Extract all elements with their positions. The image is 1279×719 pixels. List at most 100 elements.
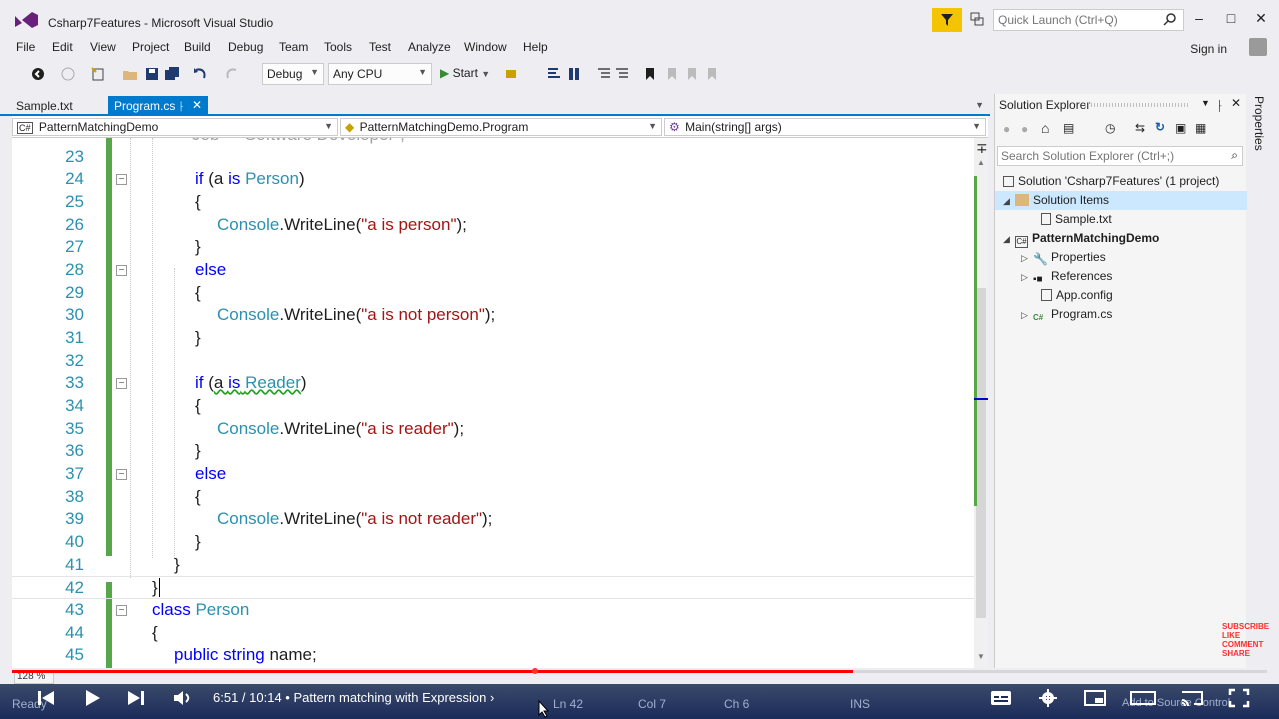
undo-icon[interactable]	[192, 66, 208, 82]
switch-views-icon[interactable]: ▤	[1063, 121, 1074, 135]
split-window-icon[interactable]: ∓	[976, 140, 988, 157]
collapse-toggle-icon[interactable]: −	[116, 378, 127, 389]
menu-view[interactable]: View	[90, 40, 116, 54]
pin-icon[interactable]: ⸠	[1217, 96, 1224, 113]
miniplayer-icon[interactable]	[1084, 688, 1106, 708]
clear-bookmarks-icon[interactable]	[704, 66, 720, 82]
prev-bookmark-icon[interactable]	[664, 66, 680, 82]
menu-test[interactable]: Test	[369, 40, 391, 54]
settings-gear-icon[interactable]	[1038, 688, 1058, 708]
refresh-icon[interactable]: ↻	[1155, 120, 1165, 134]
save-icon[interactable]	[144, 66, 160, 82]
solution-search-input[interactable]	[998, 147, 1208, 165]
collapse-toggle-icon[interactable]: −	[116, 265, 127, 276]
tree-item-program-cs[interactable]: ▷ C# Program.cs	[1021, 305, 1112, 324]
menu-analyze[interactable]: Analyze	[408, 40, 451, 54]
browser-link-icon[interactable]	[504, 66, 520, 82]
uncomment-icon[interactable]	[614, 66, 630, 82]
editor-vertical-scrollbar[interactable]: ∓ ▲ ▼	[974, 138, 988, 668]
subtitles-icon[interactable]	[990, 688, 1012, 708]
menu-team[interactable]: Team	[279, 40, 308, 54]
tree-item-solution[interactable]: Solution 'Csharp7Features' (1 project)	[1003, 172, 1219, 191]
menu-file[interactable]: File	[16, 40, 35, 54]
tree-item-references[interactable]: ▷ ▪■ References	[1021, 267, 1112, 286]
cast-icon[interactable]	[1180, 688, 1204, 708]
menu-build[interactable]: Build	[184, 40, 211, 54]
solution-configuration-dropdown[interactable]: Debug ▼	[262, 63, 324, 85]
next-video-icon[interactable]	[126, 688, 146, 708]
search-icon[interactable]: ⌕	[1231, 148, 1238, 163]
code-editor[interactable]: Job = "Software Developer"; 23 24 − if (…	[12, 138, 974, 668]
home-icon[interactable]: ⌂	[1041, 120, 1049, 136]
menu-project[interactable]: Project	[132, 40, 169, 54]
user-avatar-icon[interactable]	[1249, 38, 1267, 56]
minimize-icon[interactable]: ‒	[1190, 10, 1208, 28]
tab-overflow-dropdown-icon[interactable]: ▼	[975, 100, 984, 110]
visual-studio-window: Csharp7Features - Microsoft Visual Studi…	[0, 0, 1279, 719]
bookmark-icon[interactable]	[642, 66, 658, 82]
bookmark-toggle-icon[interactable]	[566, 66, 582, 82]
back-icon[interactable]: ●	[1003, 122, 1010, 136]
feedback-icon[interactable]	[970, 12, 984, 26]
previous-video-icon[interactable]	[36, 688, 56, 708]
video-scrubber-handle[interactable]	[532, 668, 538, 674]
tree-item-properties[interactable]: ▷ 🔧 Properties	[1021, 248, 1106, 267]
comment-out-icon[interactable]	[596, 66, 612, 82]
project-dropdown[interactable]: C# PatternMatchingDemo ▼	[12, 118, 338, 136]
collapse-toggle-icon[interactable]: −	[116, 469, 127, 480]
pin-icon[interactable]: ⸠	[179, 101, 185, 112]
save-all-icon[interactable]	[164, 66, 180, 82]
tree-item-project[interactable]: ◢ C# PatternMatchingDemo	[1003, 229, 1159, 248]
scroll-up-icon[interactable]: ▲	[977, 158, 985, 167]
tree-item-solution-items[interactable]: ◢ Solution Items	[995, 191, 1247, 210]
menu-window[interactable]: Window	[464, 40, 507, 54]
pending-changes-icon[interactable]: ◷	[1105, 121, 1115, 135]
scroll-down-icon[interactable]: ▼	[977, 652, 985, 661]
collapse-all-icon[interactable]: ▣	[1175, 121, 1186, 135]
forward-icon[interactable]: ●	[1021, 122, 1028, 136]
close-tab-icon[interactable]: ✕	[192, 98, 202, 112]
forward-icon[interactable]	[60, 66, 76, 82]
maximize-icon[interactable]: □	[1222, 10, 1240, 28]
tab-sample-txt[interactable]: Sample.txt	[10, 96, 79, 116]
fullscreen-icon[interactable]	[1228, 688, 1250, 708]
collapse-toggle-icon[interactable]: −	[116, 174, 127, 185]
menu-tools[interactable]: Tools	[324, 40, 352, 54]
scrollbar-thumb[interactable]	[976, 288, 986, 618]
quick-launch-input[interactable]	[994, 10, 1154, 30]
open-file-icon[interactable]	[122, 66, 138, 82]
close-window-icon[interactable]: ✕	[1252, 10, 1270, 28]
menu-debug[interactable]: Debug	[228, 40, 263, 54]
panel-grip[interactable]	[1085, 103, 1189, 107]
panel-menu-icon[interactable]: ▼	[1201, 98, 1210, 108]
notifications-button[interactable]	[932, 8, 962, 32]
video-chapter-title[interactable]: • Pattern matching with Expression	[285, 690, 486, 705]
new-project-icon[interactable]	[90, 66, 106, 82]
class-dropdown[interactable]: ◆ PatternMatchingDemo.Program ▼	[340, 118, 662, 136]
properties-icon[interactable]: ▦	[1195, 121, 1206, 135]
search-icon[interactable]	[1163, 13, 1177, 27]
close-panel-icon[interactable]: ✕	[1231, 96, 1241, 110]
next-bookmark-icon[interactable]	[684, 66, 700, 82]
collapse-toggle-icon[interactable]: −	[116, 605, 127, 616]
back-icon[interactable]	[30, 66, 46, 82]
volume-icon[interactable]	[172, 688, 194, 708]
start-debugging-button[interactable]: ▶ Start ▼	[440, 66, 490, 80]
sign-in-link[interactable]: Sign in	[1190, 42, 1227, 56]
tree-item-sample-txt[interactable]: Sample.txt	[1041, 210, 1112, 229]
menu-help[interactable]: Help	[523, 40, 548, 54]
redo-icon[interactable]	[224, 66, 240, 82]
tab-program-cs[interactable]: Program.cs ⸠ ✕	[108, 96, 208, 116]
solution-explorer-search[interactable]: ⌕	[997, 146, 1243, 166]
properties-side-tab[interactable]: Properties	[1252, 96, 1266, 151]
step-icon[interactable]	[546, 66, 562, 82]
play-icon[interactable]	[82, 688, 102, 708]
solution-platform-dropdown[interactable]: Any CPU ▼	[328, 63, 432, 85]
tree-item-app-config[interactable]: App.config	[1041, 286, 1113, 305]
csharp-project-icon: C#	[1015, 236, 1028, 248]
quick-launch-box[interactable]	[993, 9, 1184, 31]
member-dropdown[interactable]: ⚙ Main(string[] args) ▼	[664, 118, 986, 136]
theater-mode-icon[interactable]	[1130, 688, 1156, 708]
menu-edit[interactable]: Edit	[52, 40, 73, 54]
sync-icon[interactable]: ⇆	[1135, 121, 1145, 135]
